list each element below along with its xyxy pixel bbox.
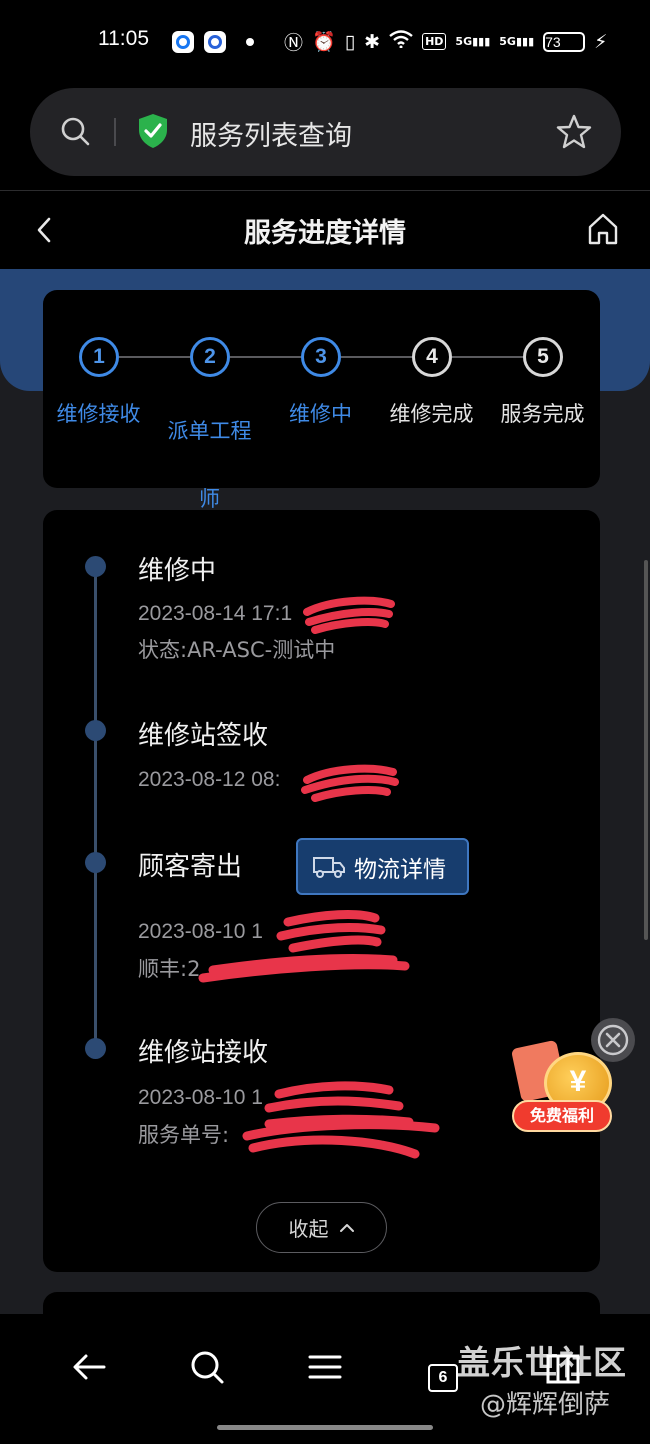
page-header: 服务进度详情	[0, 191, 650, 269]
timeline-status: 状态:AR-ASC-测试中	[138, 638, 336, 662]
timeline-dot	[85, 556, 106, 577]
page-content: 1 维修接收 2 派单工程师 3 维修中 4 维修完成 5 服务完成 维修中 2…	[0, 269, 650, 1314]
collapse-label: 收起	[288, 1217, 329, 1241]
step-number: 4	[412, 337, 452, 377]
5g-signal-icon: 5G▮▮▮	[499, 35, 535, 48]
redaction-scribble	[303, 596, 395, 634]
charging-icon: ⚡	[594, 30, 608, 53]
timeline-date: 2023-08-14 17:1	[138, 602, 293, 625]
timeline-dot	[85, 720, 106, 741]
step-label: 维修中	[289, 402, 352, 426]
truck-icon	[313, 856, 345, 878]
timeline-line	[94, 565, 97, 1048]
step-connector	[452, 356, 523, 358]
app-q-icon	[172, 31, 194, 53]
status-icons: Ⓝ ⏰ ▯ ✱ HD 5G▮▮▮ 5G▮▮▮ 73 ⚡	[284, 28, 607, 55]
back-arrow-icon[interactable]	[66, 1344, 112, 1390]
step-connector	[119, 356, 190, 358]
timeline-card: 维修中 2023-08-14 17:1 状态:AR-ASC-测试中 维修站签收 …	[43, 510, 600, 1272]
dot-icon	[246, 38, 254, 46]
redaction-scribble	[198, 910, 410, 983]
status-bar: 11:05 Ⓝ ⏰ ▯ ✱ HD 5G▮▮▮ 5G▮▮▮ 73 ⚡	[0, 0, 650, 84]
page-title: 服务进度详情	[244, 218, 406, 249]
wifi-icon	[389, 30, 413, 53]
timeline-dot	[85, 1038, 106, 1059]
step-connector	[230, 356, 301, 358]
next-card	[43, 1292, 600, 1314]
step-connector	[341, 356, 412, 358]
redaction-scribble	[301, 764, 399, 802]
battery-icon: 73	[543, 31, 586, 52]
watermark-author: @辉辉倒萨	[480, 1390, 611, 1420]
home-indicator[interactable]	[217, 1425, 433, 1430]
redaction-scribble	[242, 1081, 440, 1159]
hd-icon: HD	[422, 33, 447, 50]
vibrate-icon: ▯	[344, 30, 356, 53]
step-number: 3	[301, 337, 341, 377]
nfc-icon: Ⓝ	[284, 32, 304, 54]
step-number: 1	[79, 337, 119, 377]
watermark-community: 盖乐世社区	[457, 1343, 627, 1382]
menu-icon[interactable]	[302, 1344, 348, 1390]
search-icon[interactable]	[60, 116, 90, 146]
browser-search-bar[interactable]: 服务列表查询	[30, 88, 621, 176]
browser-bottom-nav: 6 盖乐世社区 @辉辉倒萨	[0, 1314, 650, 1444]
promo-label[interactable]: 免费福利	[512, 1100, 612, 1132]
free-benefits-promo[interactable]: ¥ 免费福利	[508, 1039, 618, 1134]
coin-symbol: ¥	[569, 1065, 587, 1098]
timeline-order-number: 服务单号:	[138, 1123, 230, 1147]
timeline-title: 维修站签收	[138, 721, 269, 751]
alarm-icon: ⏰	[312, 31, 336, 53]
app-circle-icon	[204, 31, 226, 53]
timeline-title: 顾客寄出	[138, 852, 243, 882]
step-number: 2	[190, 337, 230, 377]
tabs-button[interactable]: 6	[428, 1364, 458, 1392]
timeline-title: 维修中	[138, 556, 217, 586]
collapse-button[interactable]: 收起	[256, 1202, 387, 1253]
shield-check-icon	[139, 114, 167, 148]
url-text[interactable]: 服务列表查询	[190, 114, 352, 153]
search-icon[interactable]	[184, 1344, 230, 1390]
logistics-detail-label: 物流详情	[354, 856, 446, 883]
progress-steps-card: 1 维修接收 2 派单工程师 3 维修中 4 维修完成 5 服务完成	[43, 290, 600, 511]
step-number: 5	[523, 337, 563, 377]
bluetooth-icon: ✱	[364, 30, 381, 53]
star-icon[interactable]	[555, 113, 593, 151]
timeline-date: 2023-08-12 08:	[138, 768, 281, 791]
timeline-tracking: 顺丰:2	[138, 957, 201, 981]
chevron-up-icon	[339, 1223, 354, 1232]
logistics-detail-button[interactable]: 物流详情	[296, 838, 469, 895]
step-label: 服务完成	[500, 402, 585, 426]
status-time: 11:05	[98, 27, 149, 50]
5g-signal-icon: 5G▮▮▮	[455, 35, 491, 48]
search-divider	[114, 118, 116, 146]
timeline-dot	[85, 852, 106, 873]
timeline-title: 维修站接收	[138, 1038, 269, 1068]
home-icon[interactable]	[586, 211, 620, 247]
step-label: 维修完成	[389, 402, 474, 426]
scrollbar[interactable]	[644, 560, 648, 940]
step-label: 维修接收	[56, 402, 141, 426]
